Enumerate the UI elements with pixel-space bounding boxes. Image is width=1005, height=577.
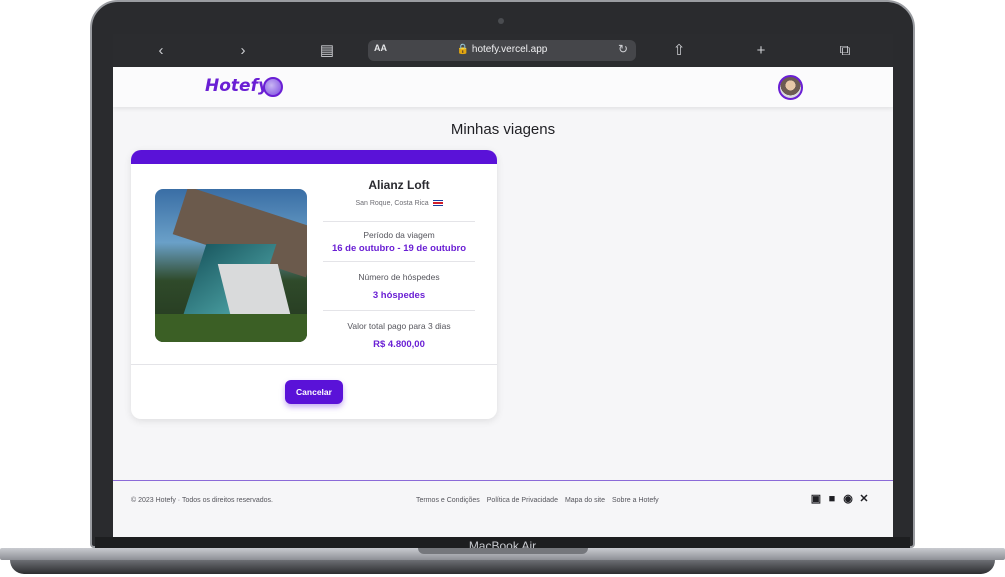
guests-value: 3 hóspedes (372, 290, 426, 301)
location-text: San Roque, Costa Rica (355, 200, 429, 207)
period-end: 19 de outubro (403, 243, 467, 254)
url: hotefy.vercel.app (471, 44, 548, 55)
base-notch (418, 548, 588, 554)
avatar[interactable] (778, 75, 803, 100)
base-bottom (10, 560, 995, 574)
divider (323, 310, 475, 311)
book-icon[interactable]: ▤ (317, 41, 337, 61)
camera (498, 18, 504, 24)
github-icon[interactable]: ◉ (842, 493, 854, 505)
period-separator: - (397, 243, 401, 254)
period-value: 16 de outubro - 19 de outubro (321, 243, 477, 254)
card-footer-divider (131, 364, 497, 365)
globe-icon (263, 77, 283, 97)
hotel-location: San Roque, Costa Rica (321, 200, 477, 207)
hotel-name: Alianz Loft (368, 178, 430, 192)
guests-label: Número de hóspedes (358, 272, 440, 282)
new-tab-icon[interactable]: + (751, 41, 771, 61)
x-icon[interactable]: ✕ (858, 493, 870, 505)
browser-toolbar: ‹ › ▤ AA 🔒 hotefy.vercel.app ↻ ⇧ + ⧉ (113, 34, 893, 67)
cancel-button[interactable]: Cancelar (285, 380, 343, 404)
back-icon[interactable]: ‹ (151, 41, 171, 61)
footer-link-terms[interactable]: Termos e Condições (416, 497, 480, 504)
app-header: Hotefy (113, 67, 893, 107)
footer-link-about[interactable]: Sobre a Hotefy (612, 497, 659, 504)
footer-copyright: © 2023 Hotefy · Todos os direitos reserv… (131, 497, 273, 504)
card-header-bar (131, 150, 497, 164)
screen: ‹ › ▤ AA 🔒 hotefy.vercel.app ↻ ⇧ + ⧉ Hot… (113, 34, 893, 537)
divider (323, 221, 475, 222)
laptop-base (0, 548, 1005, 577)
footer-divider (113, 480, 893, 481)
hotel-image (155, 189, 307, 342)
url-text: 🔒 hotefy.vercel.app (456, 44, 548, 55)
reload-icon[interactable]: ↻ (618, 42, 628, 56)
share-icon[interactable]: ⇧ (669, 41, 689, 61)
trip-card: Alianz Loft San Roque, Costa Rica Períod… (131, 150, 497, 419)
instagram-icon[interactable]: ▣ (810, 493, 822, 505)
footer-link-sitemap[interactable]: Mapa do site (565, 497, 605, 504)
total-value: R$ 4.800,00 (373, 339, 425, 350)
footer-links: Termos e Condições Política de Privacida… (416, 497, 664, 504)
tabs-icon[interactable]: ⧉ (835, 41, 855, 61)
forward-icon[interactable]: › (233, 41, 253, 61)
footer-link-privacy[interactable]: Política de Privacidade (487, 497, 558, 504)
image-grass (155, 314, 307, 342)
logo[interactable]: Hotefy (205, 76, 269, 96)
divider (323, 261, 475, 262)
page-title: Minhas viagens (450, 121, 556, 138)
costa-rica-flag-icon (432, 200, 443, 207)
period-start: 16 de outubro (331, 243, 395, 254)
total-label: Valor total pago para 3 dias (347, 321, 451, 331)
linkedin-icon[interactable]: ■ (826, 493, 838, 505)
address-bar[interactable]: AA 🔒 hotefy.vercel.app ↻ (368, 40, 636, 61)
period-label: Período da viagem (363, 230, 435, 240)
